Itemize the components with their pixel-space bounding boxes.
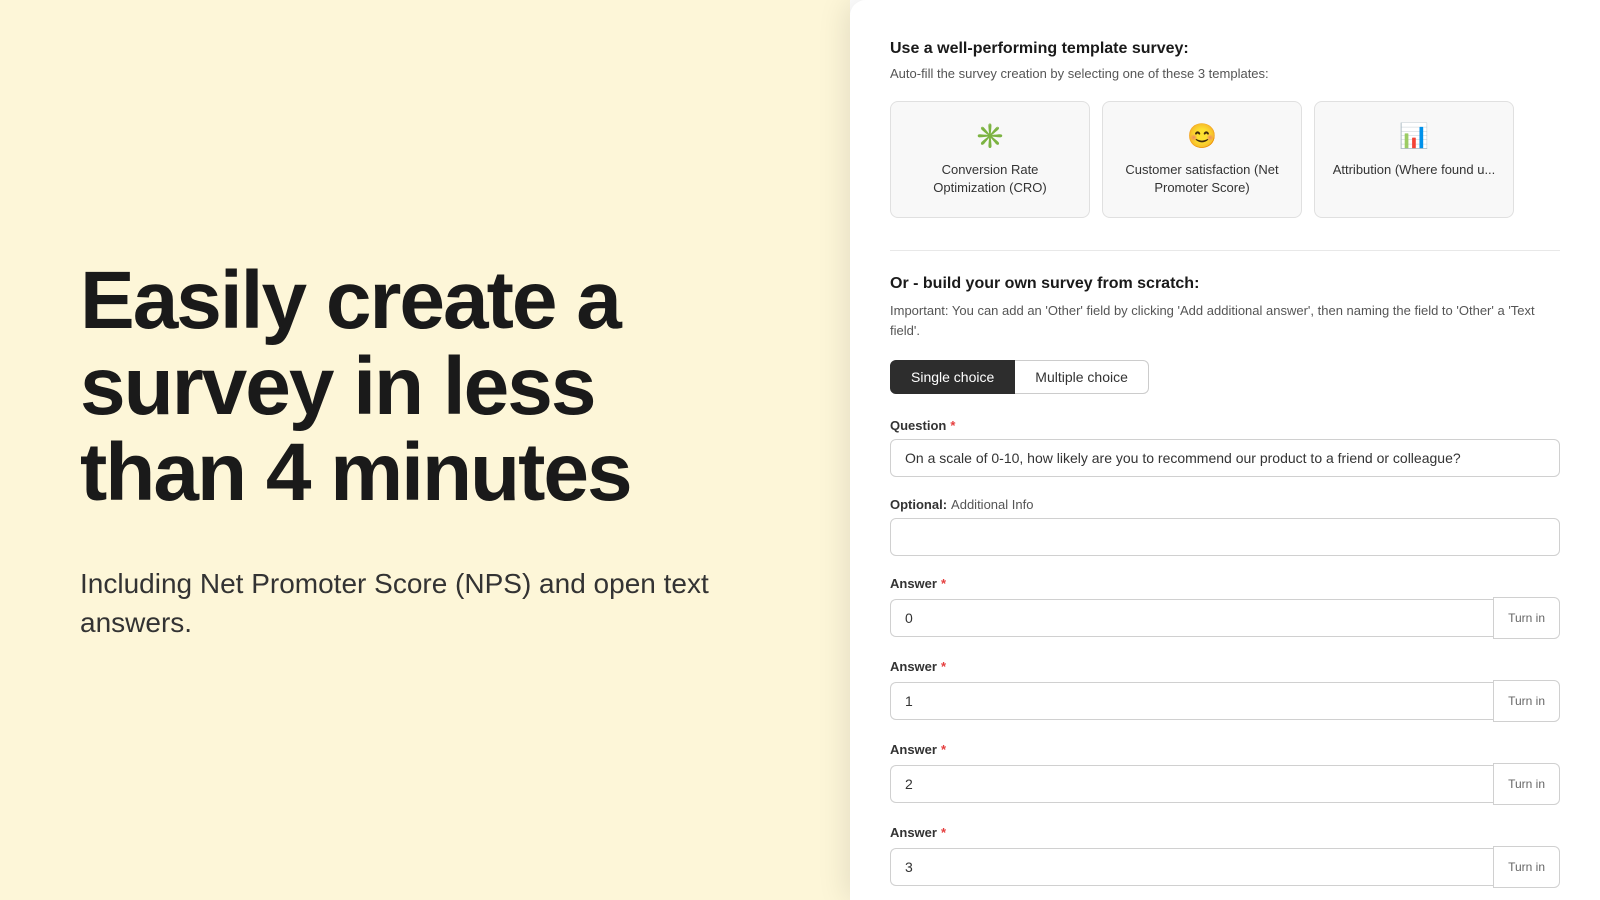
build-section: Or - build your own survey from scratch:… [890, 275, 1560, 888]
nps-icon: 😊 [1119, 122, 1285, 151]
template-card-cro[interactable]: ✳️ Conversion Rate Optimization (CRO) [890, 101, 1090, 218]
answer-2-group: Answer * Turn in [890, 742, 1560, 805]
question-input[interactable] [890, 439, 1560, 477]
answer-3-label: Answer * [890, 825, 1560, 840]
templates-row: ✳️ Conversion Rate Optimization (CRO) 😊 … [890, 101, 1560, 218]
answer-3-row: Turn in [890, 846, 1560, 888]
right-panel: Use a well-performing template survey: A… [850, 0, 1600, 900]
answer-3-input[interactable] [890, 848, 1493, 886]
answer-3-group: Answer * Turn in [890, 825, 1560, 888]
answer-1-turn-in-button[interactable]: Turn in [1493, 680, 1560, 722]
choice-toggle-group: Single choice Multiple choice [890, 360, 1560, 394]
answer-0-group: Answer * Turn in [890, 576, 1560, 639]
answer-2-turn-in-button[interactable]: Turn in [1493, 763, 1560, 805]
multiple-choice-button[interactable]: Multiple choice [1015, 360, 1149, 394]
answer-1-group: Answer * Turn in [890, 659, 1560, 722]
build-note: Important: You can add an 'Other' field … [890, 301, 1560, 340]
left-panel: Easily create a survey in less than 4 mi… [0, 0, 850, 900]
template-section: Use a well-performing template survey: A… [890, 40, 1560, 218]
template-card-nps[interactable]: 😊 Customer satisfaction (Net Promoter Sc… [1102, 101, 1302, 218]
answer-1-row: Turn in [890, 680, 1560, 722]
answer-0-turn-in-button[interactable]: Turn in [1493, 597, 1560, 639]
optional-field-group: Optional: Additional Info [890, 497, 1560, 556]
question-field-group: Question * [890, 418, 1560, 477]
cro-label: Conversion Rate Optimization (CRO) [933, 162, 1046, 195]
answer-2-row: Turn in [890, 763, 1560, 805]
answer-0-row: Turn in [890, 597, 1560, 639]
nps-label: Customer satisfaction (Net Promoter Scor… [1125, 162, 1278, 195]
answer-2-label: Answer * [890, 742, 1560, 757]
template-card-attribution[interactable]: 📊 Attribution (Where found u... [1314, 101, 1514, 218]
cro-icon: ✳️ [907, 122, 1073, 151]
answer-2-input[interactable] [890, 765, 1493, 803]
answer-3-star: * [941, 825, 946, 840]
template-section-desc: Auto-fill the survey creation by selecti… [890, 66, 1560, 81]
answer-0-input[interactable] [890, 599, 1493, 637]
divider [890, 250, 1560, 251]
answer-1-label: Answer * [890, 659, 1560, 674]
question-label: Question * [890, 418, 1560, 433]
answer-0-label: Answer * [890, 576, 1560, 591]
answer-2-star: * [941, 742, 946, 757]
answer-0-star: * [941, 576, 946, 591]
attribution-icon: 📊 [1331, 122, 1497, 151]
answer-1-star: * [941, 659, 946, 674]
answer-1-input[interactable] [890, 682, 1493, 720]
hero-subtitle: Including Net Promoter Score (NPS) and o… [80, 564, 770, 642]
attribution-label: Attribution (Where found u... [1333, 162, 1496, 177]
build-title: Or - build your own survey from scratch: [890, 275, 1560, 293]
question-required-star: * [950, 418, 955, 433]
single-choice-button[interactable]: Single choice [890, 360, 1015, 394]
answer-3-turn-in-button[interactable]: Turn in [1493, 846, 1560, 888]
template-section-title: Use a well-performing template survey: [890, 40, 1560, 58]
hero-title: Easily create a survey in less than 4 mi… [80, 258, 770, 516]
optional-label: Optional: Additional Info [890, 497, 1560, 512]
optional-input[interactable] [890, 518, 1560, 556]
